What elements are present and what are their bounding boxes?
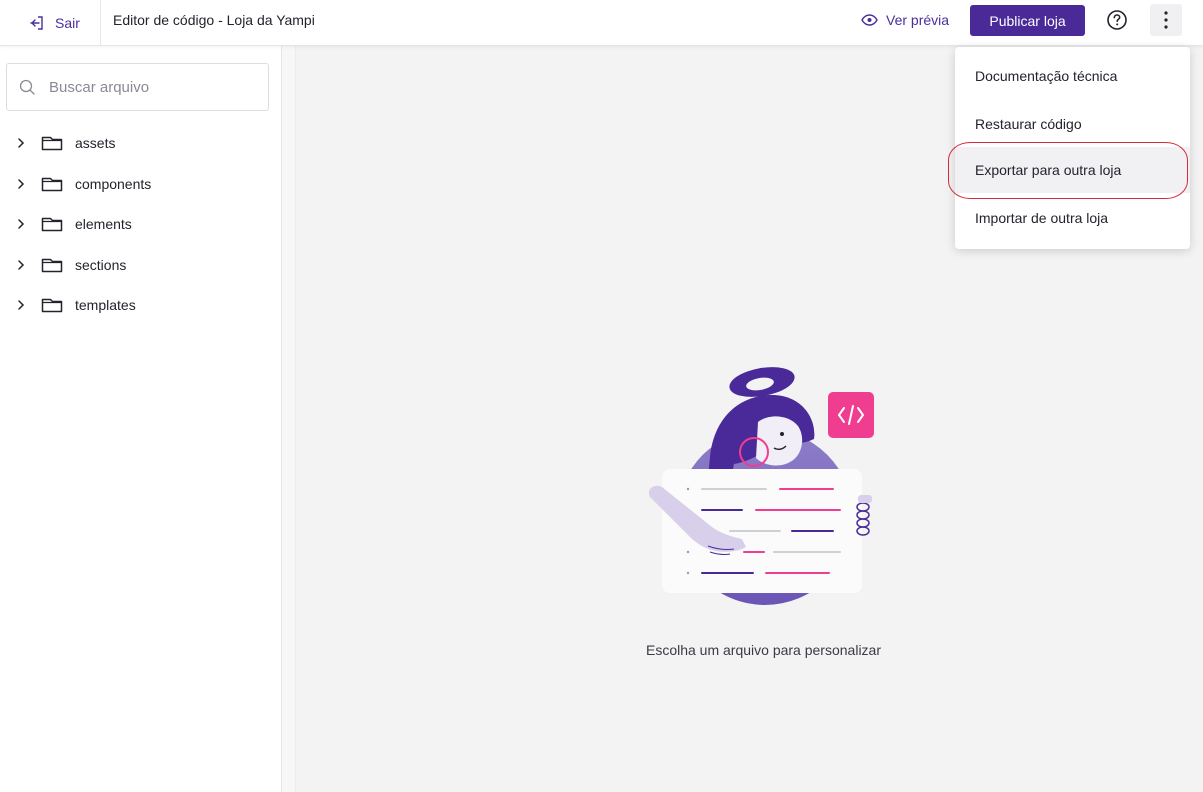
page-title: Editor de código - Loja da Yampi xyxy=(113,12,315,28)
more-options-button[interactable] xyxy=(1150,4,1182,36)
chevron-right-icon xyxy=(18,219,25,229)
chevron-right-icon xyxy=(18,260,25,270)
menu-item-restore-code[interactable]: Restaurar código xyxy=(955,101,1190,147)
folder-label: components xyxy=(75,175,152,192)
menu-item-import-store[interactable]: Importar de outra loja xyxy=(955,195,1190,241)
preview-link[interactable]: Ver prévia xyxy=(861,8,949,32)
folder-icon xyxy=(41,177,63,191)
folder-tree: assets components elements sections temp… xyxy=(0,123,281,326)
folder-item-sections[interactable]: sections xyxy=(0,245,281,286)
kebab-icon xyxy=(1164,11,1168,29)
folder-label: sections xyxy=(75,256,127,273)
folder-item-assets[interactable]: assets xyxy=(0,123,281,164)
chevron-right-icon xyxy=(18,300,25,310)
help-icon xyxy=(1107,10,1127,30)
folder-icon xyxy=(41,218,63,232)
empty-state-illustration xyxy=(648,367,874,605)
exit-button[interactable]: Sair xyxy=(0,0,101,46)
chevron-right-icon xyxy=(18,138,25,148)
folder-item-components[interactable]: components xyxy=(0,164,281,205)
eye-icon xyxy=(861,14,878,26)
search-icon xyxy=(19,79,35,95)
menu-item-documentation[interactable]: Documentação técnica xyxy=(955,53,1190,99)
folder-label: templates xyxy=(75,297,136,314)
search-input[interactable] xyxy=(49,78,249,96)
folder-label: assets xyxy=(75,135,116,152)
exit-label: Sair xyxy=(55,15,80,31)
options-menu: Documentação técnica Restaurar código Ex… xyxy=(955,47,1190,249)
editor-gutter xyxy=(282,46,296,792)
folder-icon xyxy=(41,299,63,313)
preview-label: Ver prévia xyxy=(886,12,950,28)
folder-item-elements[interactable]: elements xyxy=(0,204,281,245)
folder-icon xyxy=(41,258,63,272)
folder-label: elements xyxy=(75,216,132,233)
empty-state-message: Escolha um arquivo para personalizar xyxy=(645,642,881,658)
folder-icon xyxy=(41,137,63,151)
top-bar: Sair Editor de código - Loja da Yampi Ve… xyxy=(0,0,1203,46)
exit-icon xyxy=(30,16,43,30)
publish-button[interactable]: Publicar loja xyxy=(970,5,1085,36)
folder-item-templates[interactable]: templates xyxy=(0,285,281,326)
search-box[interactable] xyxy=(6,63,269,111)
help-button[interactable] xyxy=(1106,9,1128,31)
file-sidebar: assets components elements sections temp… xyxy=(0,46,282,792)
chevron-right-icon xyxy=(18,179,25,189)
menu-item-export-store[interactable]: Exportar para outra loja xyxy=(955,147,1190,193)
